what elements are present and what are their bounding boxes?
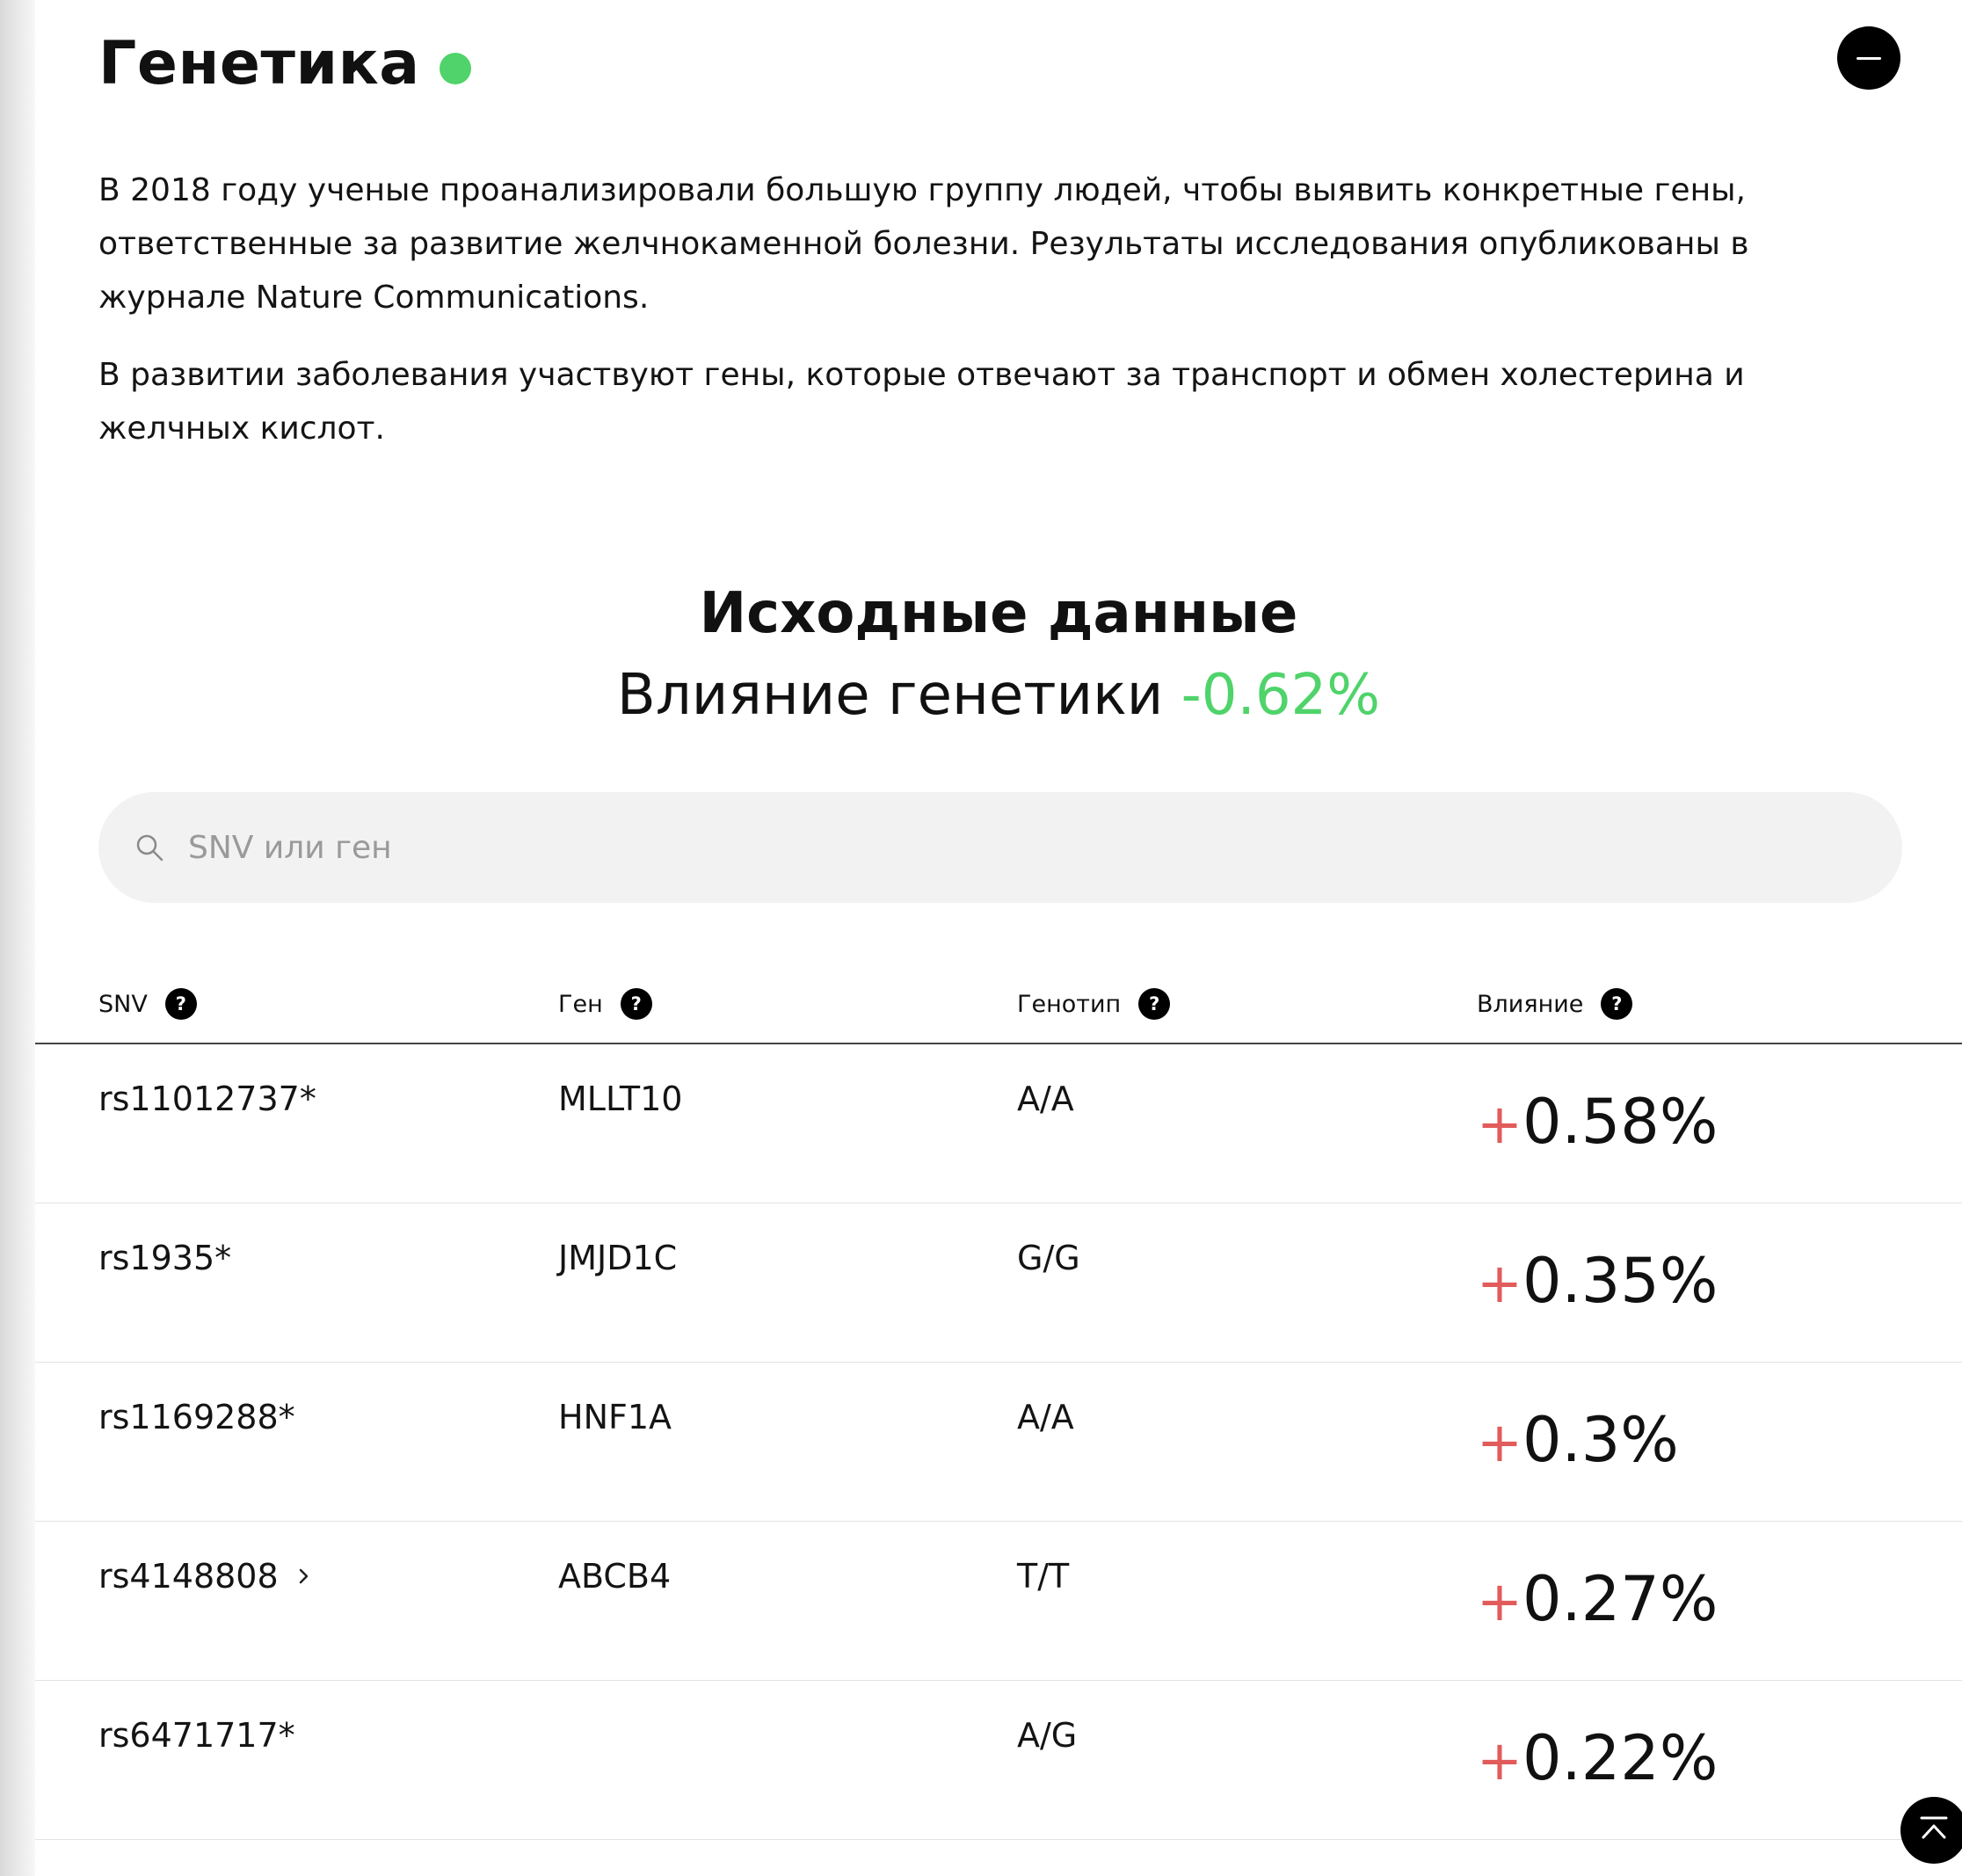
column-header-genotype: Генотип ?: [1017, 988, 1171, 1020]
status-dot-icon: [439, 53, 471, 84]
impact-value: 0.22%: [1522, 1722, 1719, 1794]
column-header-gene: Ген ?: [558, 988, 652, 1020]
left-edge-shadow: [0, 0, 35, 1876]
search-icon: [134, 832, 165, 863]
collapse-button[interactable]: [1837, 26, 1900, 90]
minus-icon: [1857, 56, 1881, 60]
impact-value: 0.58%: [1522, 1086, 1719, 1158]
table-row[interactable]: rs1169288* HNF1A A/A +0.3%: [35, 1363, 1962, 1522]
genetic-impact-label: Влияние генетики: [616, 663, 1164, 728]
column-header-snv: SNV ?: [98, 988, 197, 1020]
snv-cell: rs6471717*: [98, 1716, 295, 1755]
impact-cell: +0.35%: [1477, 1246, 1718, 1319]
section-header: Генетика: [98, 25, 471, 104]
table-row[interactable]: rs6471717* A/G +0.22%: [35, 1681, 1962, 1840]
scroll-to-top-button[interactable]: [1900, 1797, 1962, 1864]
genetic-impact-line: Влияние генетики -0.62%: [35, 656, 1962, 735]
impact-value: 0.35%: [1522, 1245, 1719, 1317]
snv-cell[interactable]: rs4148808: [98, 1557, 317, 1596]
genotype-cell: A/A: [1017, 1398, 1074, 1436]
summary-block: Исходные данные Влияние генетики -0.62%: [35, 571, 1962, 735]
gene-cell: JMJD1C: [558, 1239, 678, 1277]
chevron-right-icon[interactable]: [296, 1566, 317, 1587]
summary-title: Исходные данные: [699, 581, 1298, 646]
plus-sign: +: [1477, 1092, 1522, 1156]
help-icon[interactable]: ?: [164, 988, 197, 1020]
help-icon[interactable]: ?: [1138, 988, 1171, 1020]
plus-sign: +: [1477, 1728, 1522, 1792]
snv-link[interactable]: rs4148808: [98, 1557, 279, 1596]
section-title: Генетика: [98, 29, 420, 98]
impact-value: 0.3%: [1522, 1404, 1679, 1476]
table-row[interactable]: rs1935* JMJD1C G/G +0.35%: [35, 1203, 1962, 1363]
genetic-impact-value: -0.62%: [1181, 663, 1381, 728]
gene-cell: HNF1A: [558, 1398, 672, 1436]
genotype-cell: T/T: [1017, 1557, 1070, 1596]
gene-cell: ABCB4: [558, 1557, 672, 1596]
impact-cell: +0.3%: [1477, 1405, 1679, 1478]
genotype-cell: G/G: [1017, 1239, 1080, 1277]
table-header: SNV ? Ген ? Генотип ? Влияние ?: [35, 976, 1962, 1044]
search-bar[interactable]: [98, 792, 1902, 903]
table-row[interactable]: rs11012737* MLLT10 A/A +0.58%: [35, 1044, 1962, 1203]
column-header-label: Ген: [558, 990, 603, 1018]
snv-cell: rs1169288*: [98, 1398, 295, 1436]
impact-value: 0.27%: [1522, 1563, 1719, 1635]
plus-sign: +: [1477, 1569, 1522, 1633]
impact-cell: +0.22%: [1477, 1723, 1718, 1796]
column-header-label: Генотип: [1017, 990, 1122, 1018]
genotype-cell: A/G: [1017, 1716, 1078, 1755]
plus-sign: +: [1477, 1410, 1522, 1474]
search-input[interactable]: [186, 828, 1772, 867]
gene-cell: MLLT10: [558, 1080, 683, 1118]
genotype-cell: A/A: [1017, 1080, 1074, 1118]
column-header-label: SNV: [98, 990, 148, 1018]
column-header-label: Влияние: [1477, 990, 1584, 1018]
plus-sign: +: [1477, 1251, 1522, 1315]
snv-cell: rs11012737*: [98, 1080, 316, 1118]
help-icon[interactable]: ?: [1601, 988, 1633, 1020]
description-paragraph-1: В 2018 году ученые проанализировали боль…: [98, 172, 1749, 316]
table-row[interactable]: rs4148808 ABCB4 T/T +0.27%: [35, 1522, 1962, 1681]
help-icon[interactable]: ?: [620, 988, 652, 1020]
impact-cell: +0.58%: [1477, 1087, 1718, 1160]
snv-cell: rs1935*: [98, 1239, 232, 1277]
arrow-up-to-top-icon: [1916, 1811, 1951, 1850]
description-paragraph-2: В развитии заболевания участвуют гены, к…: [98, 357, 1745, 447]
column-header-impact: Влияние ?: [1477, 988, 1633, 1020]
impact-cell: +0.27%: [1477, 1564, 1718, 1637]
page: Генетика В 2018 году ученые проанализиро…: [0, 0, 1962, 1876]
genetics-panel: Генетика В 2018 году ученые проанализиро…: [35, 0, 1962, 1876]
